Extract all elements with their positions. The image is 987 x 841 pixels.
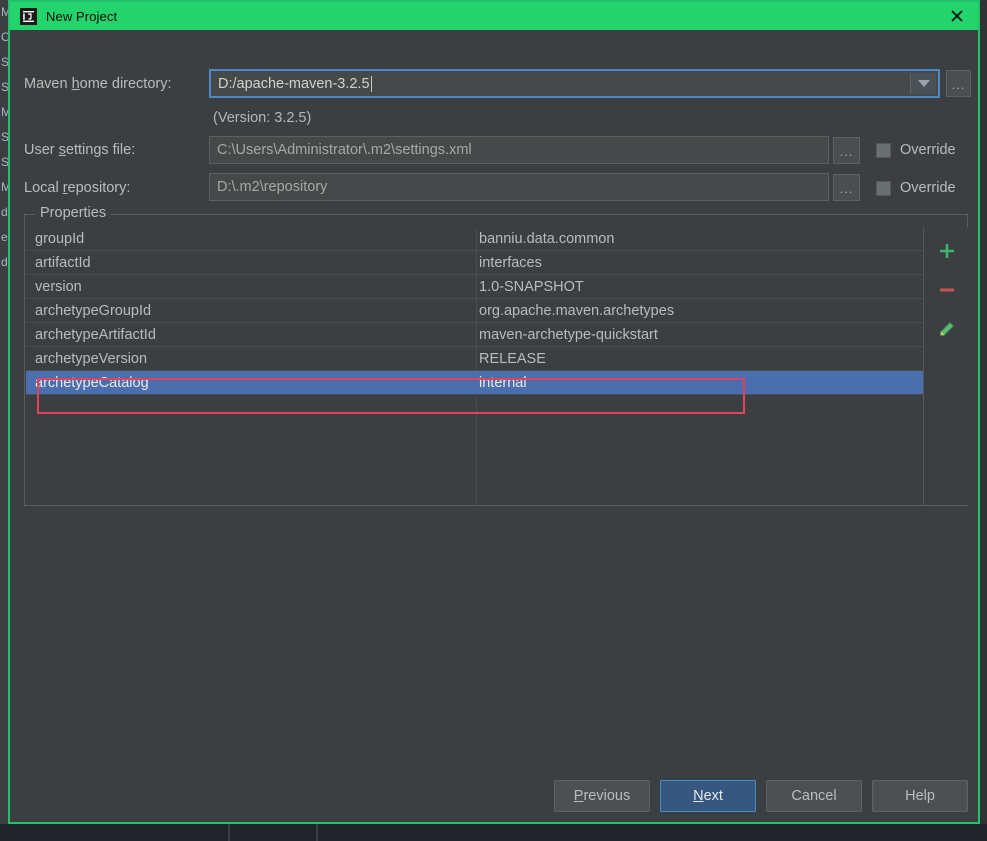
user-settings-override-toggle[interactable]: Override [876,142,956,158]
chevron-down-icon[interactable] [910,73,936,94]
dialog-footer-buttons: Previous Next Cancel Help [10,780,982,812]
local-repository-override-checkbox[interactable] [876,180,891,196]
user-settings-file-value: C:\Users\Administrator\.m2\settings.xml [217,142,472,158]
property-value-cell[interactable]: internal [476,375,923,391]
table-row[interactable]: groupId banniu.data.common [26,227,923,251]
previous-button[interactable]: Previous [554,780,650,812]
add-property-button[interactable] [935,239,959,263]
table-row[interactable]: archetypeArtifactId maven-archetype-quick… [26,323,923,347]
remove-property-button[interactable] [935,278,959,302]
maven-home-browse-button[interactable]: ... [946,70,971,97]
properties-panel-title: Properties [35,205,112,221]
property-key-cell[interactable]: archetypeGroupId [26,303,476,319]
property-key-cell[interactable]: artifactId [26,255,476,271]
close-icon[interactable] [946,6,968,26]
dialog-titlebar[interactable]: New Project [10,2,978,30]
properties-table-toolbar [925,227,968,505]
edit-property-button[interactable] [935,317,959,341]
user-settings-override-label: Override [900,142,956,158]
table-row[interactable]: archetypeGroupId org.apache.maven.archety… [26,299,923,323]
user-settings-file-label: User settings file: [24,142,136,158]
new-project-dialog: New Project Maven home directory: D:/apa… [8,0,980,824]
local-repository-browse-button[interactable]: ... [833,174,860,201]
text-caret [370,75,372,92]
dialog-title: New Project [46,8,118,24]
property-value-cell[interactable]: 1.0-SNAPSHOT [476,279,923,295]
maven-home-directory-value: D:/apache-maven-3.2.5 [218,75,370,92]
ide-status-bar [0,824,987,841]
table-row[interactable]: version 1.0-SNAPSHOT [26,275,923,299]
maven-home-directory-input[interactable]: D:/apache-maven-3.2.5 [209,69,940,98]
property-key-cell[interactable]: archetypeVersion [26,351,476,367]
table-row[interactable]: archetypeVersion RELEASE [26,347,923,371]
table-row[interactable]: archetypeCatalog internal [26,371,923,395]
property-value-cell[interactable]: banniu.data.common [476,231,923,247]
local-repository-override-toggle[interactable]: Override [876,180,956,196]
local-repository-label: Local repository: [24,180,131,196]
properties-panel: Properties groupId banniu.data.common arti… [24,205,968,506]
property-key-cell[interactable]: archetypeArtifactId [26,327,476,343]
user-settings-override-checkbox[interactable] [876,142,891,158]
local-repository-override-label: Override [900,180,956,196]
user-settings-file-input[interactable]: C:\Users\Administrator\.m2\settings.xml [209,136,829,164]
user-settings-browse-button[interactable]: ... [833,137,860,164]
next-button[interactable]: Next [660,780,756,812]
properties-table[interactable]: groupId banniu.data.common artifactId inter… [26,227,924,505]
property-key-cell[interactable]: groupId [26,231,476,247]
local-repository-value: D:\.m2\repository [217,179,328,195]
table-row[interactable]: artifactId interfaces [26,251,923,275]
property-key-cell[interactable]: version [26,279,476,295]
panel-divider [228,824,230,841]
help-button[interactable]: Help [872,780,968,812]
local-repository-input[interactable]: D:\.m2\repository [209,173,829,201]
dialog-body: Maven home directory: D:/apache-maven-3.… [10,30,978,822]
cancel-button[interactable]: Cancel [766,780,862,812]
maven-version-hint: (Version: 3.2.5) [213,110,312,126]
property-value-cell[interactable]: interfaces [476,255,923,271]
property-key-cell[interactable]: archetypeCatalog [26,375,476,391]
property-value-cell[interactable]: maven-archetype-quickstart [476,327,923,343]
panel-divider [316,824,318,841]
property-value-cell[interactable]: org.apache.maven.archetypes [476,303,923,319]
maven-home-directory-label: Maven home directory: [24,76,172,92]
intellij-idea-logo-icon [20,7,37,25]
property-value-cell[interactable]: RELEASE [476,351,923,367]
